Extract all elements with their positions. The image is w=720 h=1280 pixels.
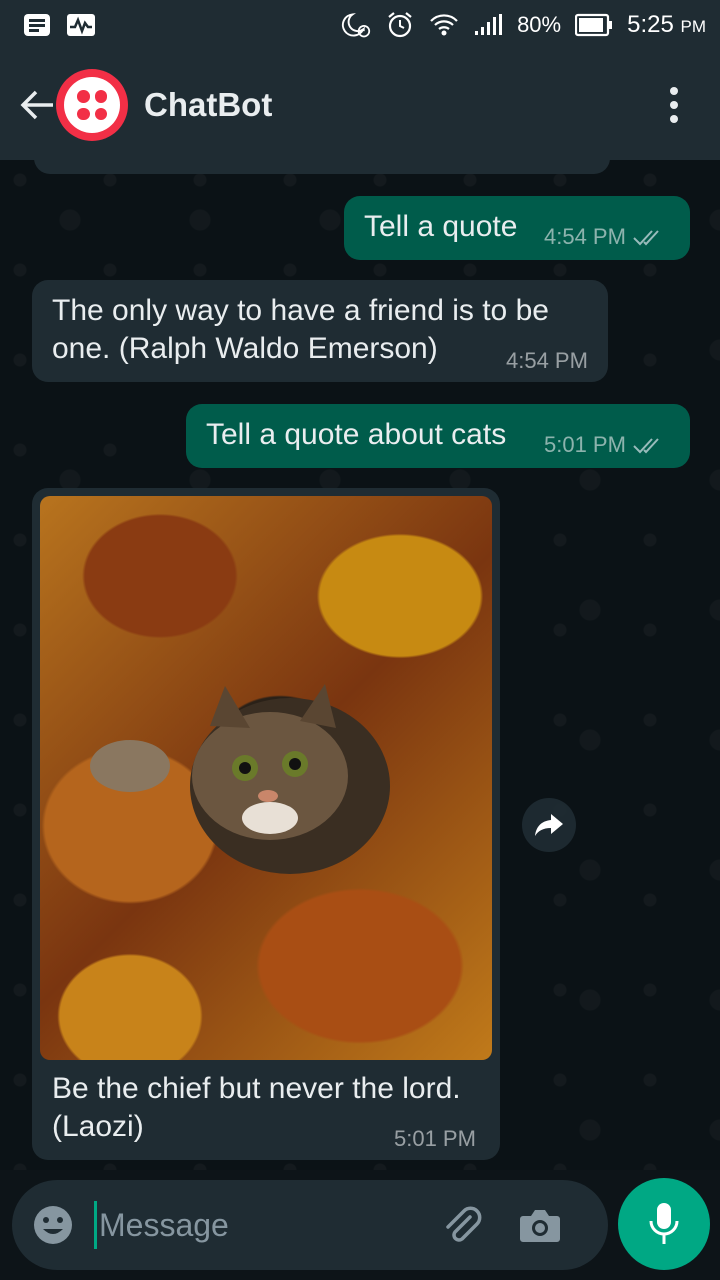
alarm-icon bbox=[385, 12, 415, 38]
chat-header: ChatBot bbox=[0, 50, 720, 160]
cat-in-autumn-leaves-photo[interactable] bbox=[40, 496, 492, 1060]
emoji-icon bbox=[34, 1206, 72, 1244]
read-receipt-icon bbox=[633, 438, 659, 454]
notes-icon bbox=[22, 12, 52, 38]
attach-button[interactable] bbox=[437, 1200, 487, 1250]
message-time: 5:01 PM bbox=[394, 1126, 476, 1151]
message-text: Tell a quote about cats bbox=[206, 418, 507, 451]
night-alarm-icon bbox=[341, 12, 371, 38]
message-outgoing[interactable]: Tell a quote 4:54 PM bbox=[344, 196, 690, 260]
activity-icon bbox=[66, 12, 96, 38]
avatar[interactable] bbox=[56, 69, 128, 141]
read-receipt-icon bbox=[633, 230, 659, 246]
message-incoming-media[interactable]: Be the chief but never the lord. (Laozi)… bbox=[32, 488, 500, 1160]
message-composer bbox=[12, 1180, 608, 1270]
contact-name[interactable]: ChatBot bbox=[144, 86, 272, 124]
attach-icon bbox=[446, 1206, 482, 1242]
forward-button[interactable] bbox=[522, 798, 576, 852]
forward-icon bbox=[535, 814, 563, 836]
battery-icon bbox=[575, 12, 613, 38]
camera-button[interactable] bbox=[515, 1200, 565, 1250]
message-time: 5:01 PM bbox=[544, 432, 664, 458]
status-bar: 80% 5:25 PM bbox=[0, 0, 720, 50]
mic-icon bbox=[649, 1203, 679, 1244]
chat-area[interactable]: Tell a quote 4:54 PM The only way to hav… bbox=[0, 160, 720, 1170]
message-input[interactable] bbox=[99, 1206, 429, 1244]
clock: 5:25 PM bbox=[627, 11, 706, 38]
voice-record-button[interactable] bbox=[618, 1178, 710, 1270]
wifi-icon bbox=[429, 12, 459, 38]
camera-icon bbox=[520, 1210, 560, 1242]
more-options-button[interactable] bbox=[654, 75, 694, 135]
emoji-button[interactable] bbox=[30, 1202, 76, 1248]
cat-illustration bbox=[90, 684, 390, 874]
message-time: 4:54 PM bbox=[544, 224, 664, 250]
message-incoming[interactable]: The only way to have a friend is to be o… bbox=[32, 280, 608, 382]
more-vert-icon bbox=[670, 87, 678, 95]
message-text: Tell a quote bbox=[364, 210, 518, 243]
text-cursor bbox=[94, 1201, 97, 1249]
battery-percent: 80% bbox=[517, 12, 562, 37]
message-outgoing[interactable]: Tell a quote about cats 5:01 PM bbox=[186, 404, 690, 468]
message-time: 4:54 PM bbox=[506, 348, 588, 373]
back-arrow-icon bbox=[20, 90, 53, 120]
signal-icon bbox=[473, 12, 503, 38]
previous-message-stub bbox=[34, 160, 610, 174]
